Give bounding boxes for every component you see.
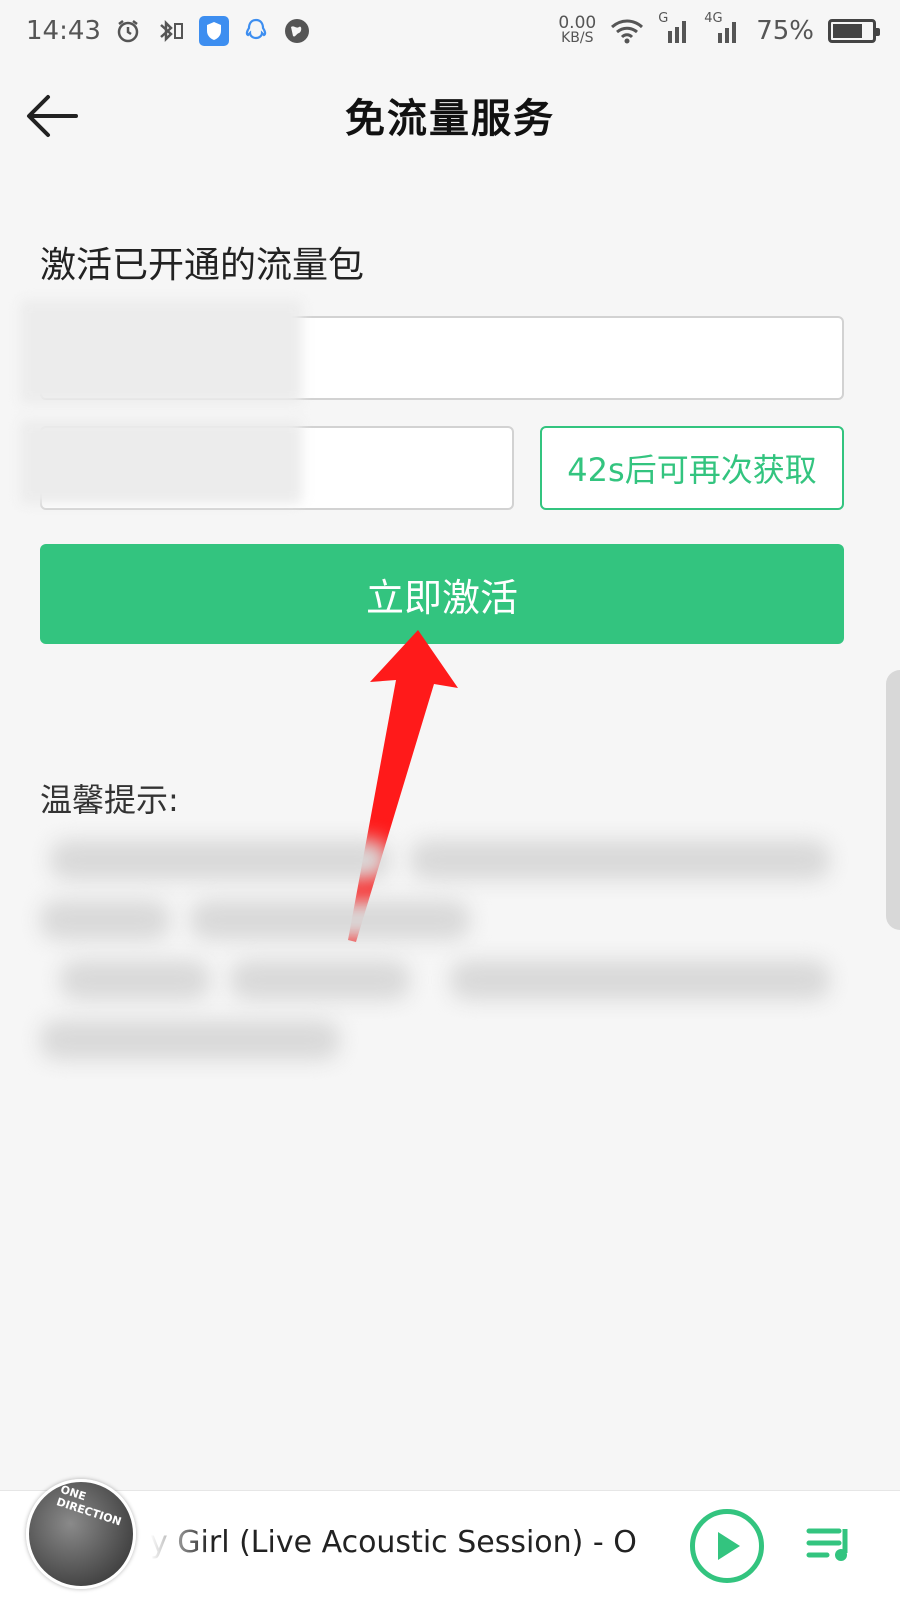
signal-4g-icon: 4G xyxy=(704,11,742,45)
net-speed-value: 0.00 xyxy=(558,13,597,33)
redacted-tips-text xyxy=(30,830,890,1090)
activate-button[interactable]: 立即激活 xyxy=(40,544,844,644)
net-speed-unit: KB/S xyxy=(561,30,594,46)
page-title: 免流量服务 xyxy=(345,95,555,142)
status-time: 14:43 xyxy=(26,16,101,46)
signal-4g-label: 4G xyxy=(704,11,723,26)
bluetooth-icon xyxy=(155,18,185,44)
wifi-icon xyxy=(610,18,644,44)
shield-icon xyxy=(198,16,229,46)
signal-icon: G xyxy=(658,11,690,45)
play-button[interactable] xyxy=(690,1509,764,1583)
mini-player[interactable]: ONE DIRECTION y Girl (Live Acoustic Sess… xyxy=(0,1479,900,1600)
qq-icon xyxy=(243,17,269,45)
song-title: y Girl (Live Acoustic Session) - O xyxy=(150,1525,650,1560)
play-icon xyxy=(718,1532,740,1560)
redacted-code-area xyxy=(20,420,302,504)
resend-code-button[interactable]: 42s后可再次获取 xyxy=(540,426,844,510)
alarm-icon xyxy=(115,18,141,44)
arrow-left-icon xyxy=(27,95,78,137)
status-bar: 14:43 0.00 KB/S G 4G 75% xyxy=(0,0,900,62)
redacted-phone-area xyxy=(20,300,302,404)
status-left: 14:43 xyxy=(26,16,311,46)
album-art[interactable]: ONE DIRECTION xyxy=(26,1479,136,1589)
section-title: 激活已开通的流量包 xyxy=(40,245,365,286)
battery-icon xyxy=(828,19,880,43)
back-button[interactable] xyxy=(22,86,82,146)
globe-icon xyxy=(283,17,311,45)
header: 免流量服务 xyxy=(0,62,900,168)
playlist-button[interactable] xyxy=(800,1515,860,1575)
tips-title: 温馨提示: xyxy=(40,781,179,819)
status-right: 0.00 KB/S G 4G 75% xyxy=(558,11,880,46)
battery-percent: 75% xyxy=(756,16,814,46)
playlist-icon xyxy=(806,1528,848,1561)
net-speed: 0.00 KB/S xyxy=(558,13,597,46)
signal-g-label: G xyxy=(658,11,669,26)
album-art-text: ONE DIRECTION xyxy=(54,1482,123,1529)
